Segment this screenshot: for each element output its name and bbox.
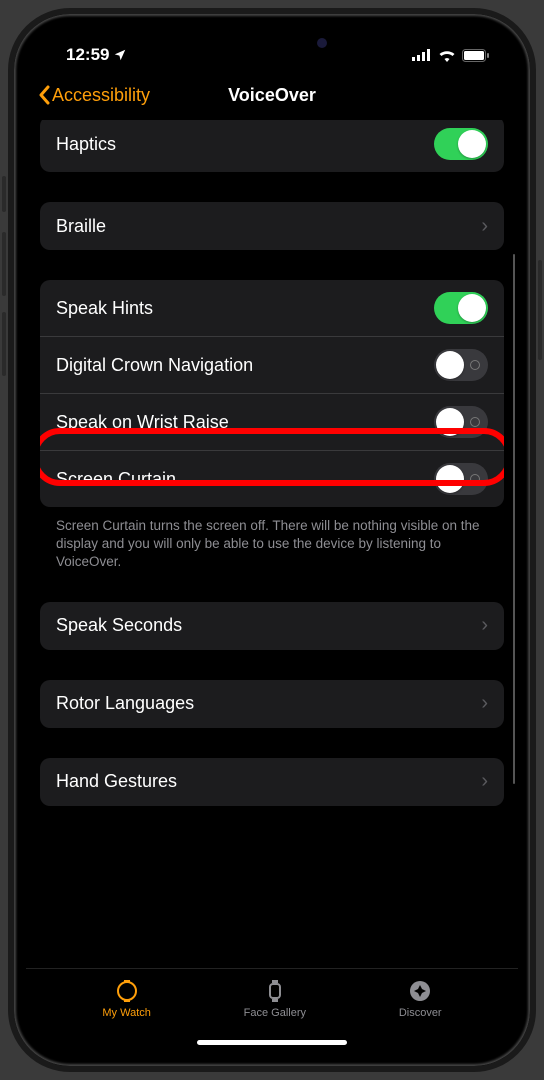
row-hand-gestures[interactable]: Hand Gestures › xyxy=(40,758,504,806)
screen: 12:59 Accessibility VoiceOver Haptics xyxy=(26,26,518,1054)
row-speak-hints[interactable]: Speak Hints xyxy=(40,280,504,336)
toggle-haptics[interactable] xyxy=(434,128,488,160)
toggle-screen-curtain[interactable] xyxy=(434,463,488,495)
row-speak-seconds[interactable]: Speak Seconds › xyxy=(40,602,504,650)
tab-label: My Watch xyxy=(102,1007,151,1019)
label-haptics: Haptics xyxy=(56,134,116,155)
back-label: Accessibility xyxy=(52,85,150,106)
phone-frame: 12:59 Accessibility VoiceOver Haptics xyxy=(8,8,536,1072)
wifi-icon xyxy=(438,49,456,62)
gallery-icon xyxy=(263,979,287,1003)
home-indicator[interactable] xyxy=(197,1040,347,1045)
row-braille[interactable]: Braille › xyxy=(40,202,504,250)
chevron-right-icon: › xyxy=(481,692,488,715)
row-wrist-raise[interactable]: Speak on Wrist Raise xyxy=(40,393,504,450)
row-digital-crown[interactable]: Digital Crown Navigation xyxy=(40,336,504,393)
settings-content[interactable]: Haptics Braille › Speak Hints Digital Cr xyxy=(26,120,518,968)
chevron-right-icon: › xyxy=(481,770,488,793)
toggle-digital-crown[interactable] xyxy=(434,349,488,381)
row-haptics[interactable]: Haptics xyxy=(40,120,504,172)
row-screen-curtain[interactable]: Screen Curtain xyxy=(40,450,504,507)
label-wrist-raise: Speak on Wrist Raise xyxy=(56,412,229,433)
label-braille: Braille xyxy=(56,216,106,237)
compass-icon xyxy=(408,979,432,1003)
tab-label: Face Gallery xyxy=(244,1007,306,1019)
back-button[interactable]: Accessibility xyxy=(38,85,150,106)
nav-bar: Accessibility VoiceOver xyxy=(26,72,518,120)
footer-screen-curtain: Screen Curtain turns the screen off. The… xyxy=(40,509,504,572)
row-rotor-languages[interactable]: Rotor Languages › xyxy=(40,680,504,728)
chevron-right-icon: › xyxy=(481,215,488,238)
location-icon xyxy=(113,48,127,62)
toggle-speak-hints[interactable] xyxy=(434,292,488,324)
chevron-left-icon xyxy=(38,85,50,105)
page-title: VoiceOver xyxy=(228,85,316,106)
label-hand-gestures: Hand Gestures xyxy=(56,771,177,792)
tab-discover[interactable]: Discover xyxy=(399,979,442,1054)
scroll-indicator[interactable] xyxy=(513,254,516,784)
chevron-right-icon: › xyxy=(481,614,488,637)
tab-label: Discover xyxy=(399,1007,442,1019)
status-time: 12:59 xyxy=(66,45,109,65)
label-speak-hints: Speak Hints xyxy=(56,298,153,319)
toggle-wrist-raise[interactable] xyxy=(434,406,488,438)
label-speak-seconds: Speak Seconds xyxy=(56,615,182,636)
notch xyxy=(167,26,377,56)
tab-my-watch[interactable]: My Watch xyxy=(102,979,151,1054)
cellular-icon xyxy=(412,49,432,61)
watch-icon xyxy=(115,979,139,1003)
label-screen-curtain: Screen Curtain xyxy=(56,469,176,490)
battery-icon xyxy=(462,49,490,62)
label-digital-crown: Digital Crown Navigation xyxy=(56,355,253,376)
label-rotor-languages: Rotor Languages xyxy=(56,693,194,714)
